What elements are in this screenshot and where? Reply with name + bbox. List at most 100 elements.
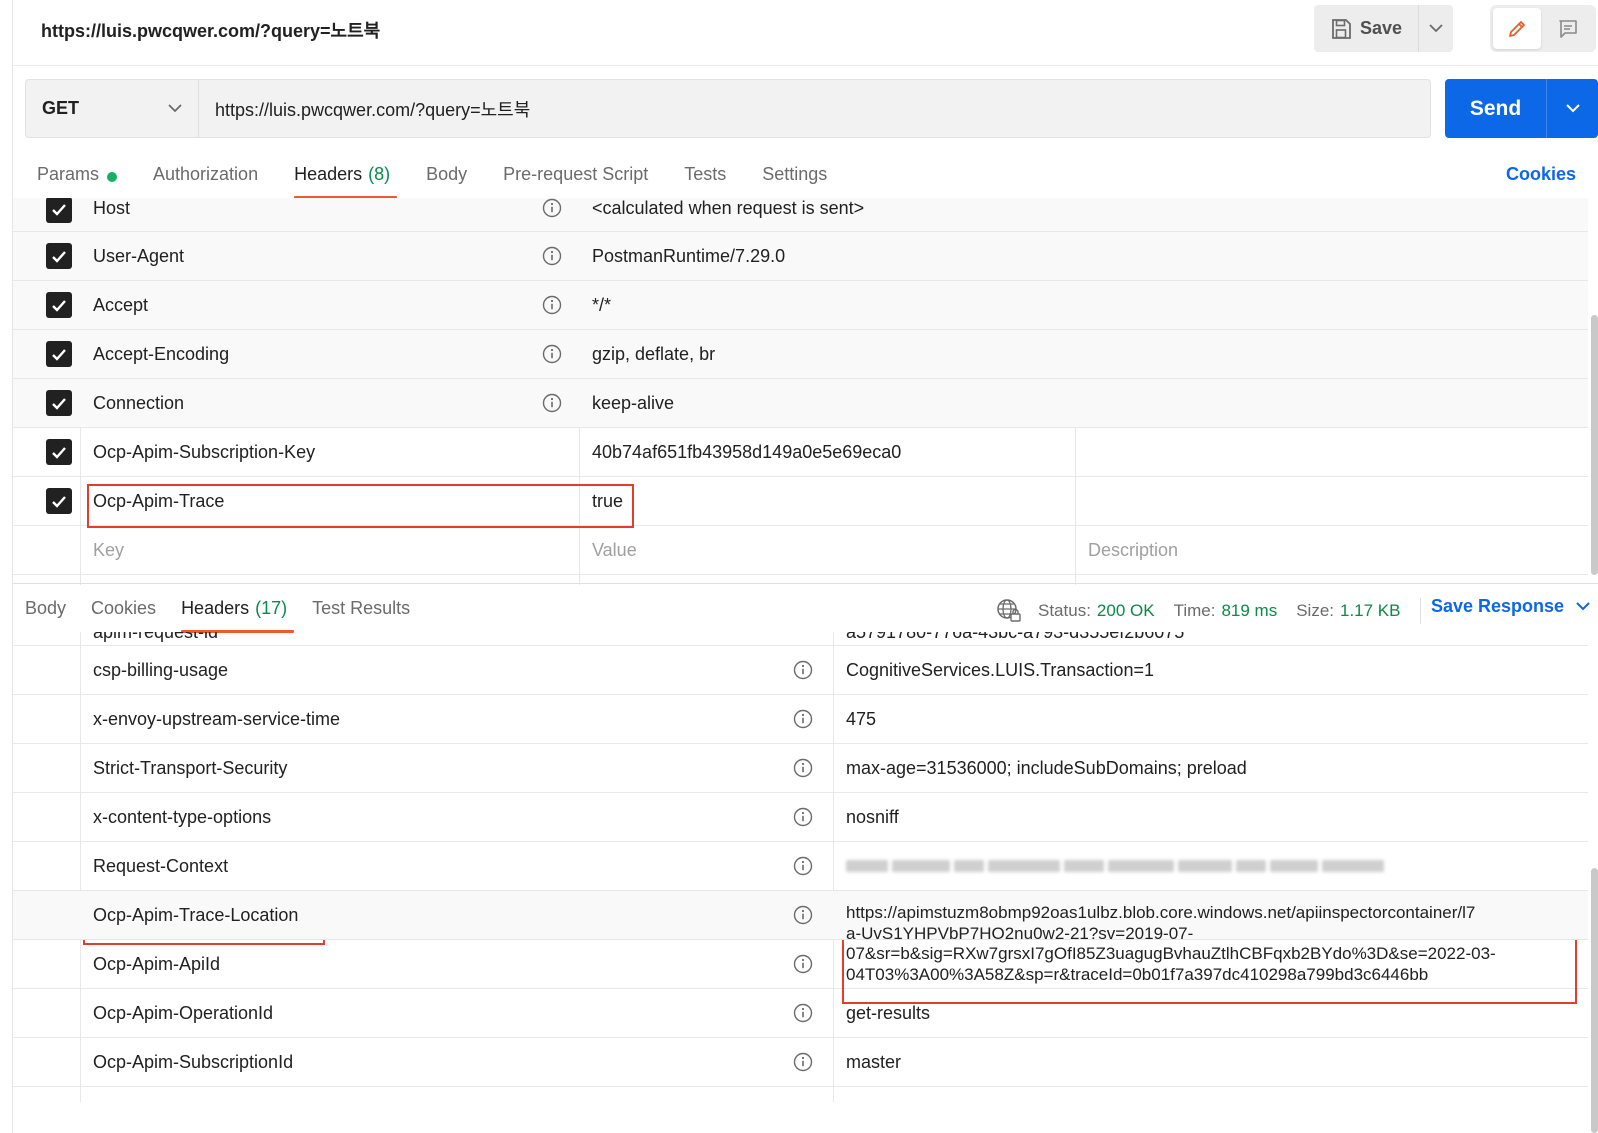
header-value: max-age=31536000; includeSubDomains; pre… — [846, 757, 1247, 778]
redacted-segment — [1270, 860, 1318, 872]
method-select[interactable]: GET — [26, 80, 199, 137]
redacted-segment — [1064, 860, 1104, 872]
info-icon[interactable] — [793, 709, 813, 729]
table-row: Strict-Transport-Security max-age=3153600… — [13, 744, 1588, 793]
header-value[interactable]: true — [579, 477, 1075, 525]
header-description[interactable] — [1075, 281, 1575, 329]
header-description[interactable] — [1075, 428, 1575, 476]
resp-tab-cookies[interactable]: Cookies — [91, 594, 156, 634]
info-icon[interactable] — [793, 1052, 813, 1072]
info-icon[interactable] — [793, 905, 813, 925]
tab-headers[interactable]: Headers (8) — [294, 160, 398, 200]
header-key[interactable]: User-Agent — [80, 232, 579, 280]
table-row: x-content-type-options nosniff — [13, 793, 1588, 842]
redacted-segment — [1108, 860, 1174, 872]
status-value: 200 OK — [1096, 601, 1155, 620]
request-tabs: Params Authorization Headers (8) Body Pr… — [37, 160, 863, 200]
header-key[interactable]: Accept — [80, 281, 579, 329]
info-icon[interactable] — [793, 1003, 813, 1023]
header-value[interactable]: PostmanRuntime/7.29.0 — [579, 232, 1075, 280]
tab-prerequest-script[interactable]: Pre-request Script — [503, 160, 648, 200]
header-key: Ocp-Apim-OperationId — [93, 1002, 274, 1023]
header-value[interactable]: gzip, deflate, br — [579, 330, 1075, 378]
redacted-segment — [892, 860, 950, 872]
info-icon[interactable] — [542, 295, 562, 315]
send-button-group: Send — [1445, 79, 1598, 138]
header-enabled-checkbox[interactable] — [46, 488, 72, 514]
header-value: 475 — [846, 708, 877, 729]
header-description[interactable] — [1075, 198, 1575, 231]
redacted-segment — [1322, 860, 1384, 872]
value-placeholder[interactable]: Value — [579, 526, 1075, 574]
header-value[interactable]: <calculated when request is sent> — [579, 198, 1075, 231]
header-value[interactable]: 40b74af651fb43958d149a0e5e69eca0 — [579, 428, 1075, 476]
resp-tab-body[interactable]: Body — [25, 594, 66, 634]
tab-authorization[interactable]: Authorization — [153, 160, 258, 200]
header-key[interactable]: Accept-Encoding — [80, 330, 579, 378]
send-button[interactable]: Send — [1445, 79, 1547, 138]
header-key[interactable]: Host — [80, 198, 579, 231]
save-button[interactable]: Save — [1314, 5, 1420, 52]
time-value: 819 ms — [1221, 601, 1278, 620]
trace-location-line: 07&sr=b&sig=RXw7grsxI7gOfI85Z3uagugBvhau… — [846, 944, 1496, 963]
tab-params[interactable]: Params — [37, 160, 118, 200]
new-header-row: Key Value Description — [13, 526, 1588, 575]
info-icon[interactable] — [542, 393, 562, 413]
header-value[interactable]: keep-alive — [579, 379, 1075, 427]
tab-body[interactable]: Body — [426, 160, 467, 200]
url-bar: GET https://luis.pwcqwer.com/?query=노트북 — [25, 79, 1431, 138]
table-row: Ocp-Apim-Subscription-Key 40b74af651fb439… — [13, 428, 1588, 477]
header-key[interactable]: Ocp-Apim-Subscription-Key — [80, 428, 579, 476]
header-description[interactable] — [1075, 232, 1575, 280]
header-enabled-checkbox[interactable] — [46, 292, 72, 318]
header-description[interactable] — [1075, 379, 1575, 427]
header-description[interactable] — [1075, 330, 1575, 378]
header-enabled-checkbox[interactable] — [46, 243, 72, 269]
header-enabled-checkbox[interactable] — [46, 439, 72, 465]
trace-location-line: https://apimstuzm8obmp92oas1ulbz.blob.co… — [846, 903, 1476, 922]
table-row: apim-request-id a5791780-776a-43bc-a793-… — [13, 632, 1588, 646]
save-options-button[interactable] — [1419, 5, 1453, 52]
url-input[interactable]: https://luis.pwcqwer.com/?query=노트북 — [199, 80, 1430, 137]
info-icon[interactable] — [542, 344, 562, 364]
redacted-segment — [1236, 860, 1266, 872]
cookies-link[interactable]: Cookies — [1506, 164, 1576, 185]
header-enabled-checkbox[interactable] — [46, 390, 72, 416]
table-row: Accept */* — [13, 281, 1588, 330]
chevron-down-icon — [168, 104, 182, 113]
table-row: Request-Context — [13, 842, 1588, 891]
comments-button[interactable] — [1544, 8, 1592, 49]
response-scrollbar[interactable] — [1591, 868, 1598, 1133]
tab-settings[interactable]: Settings — [762, 160, 827, 200]
info-icon[interactable] — [793, 758, 813, 778]
info-icon[interactable] — [793, 856, 813, 876]
globe-lock-icon[interactable] — [996, 598, 1022, 624]
resp-tab-headers[interactable]: Headers (17) — [181, 594, 295, 634]
resp-tab-test-results[interactable]: Test Results — [312, 594, 410, 634]
header-description[interactable] — [1075, 477, 1575, 525]
header-value[interactable]: */* — [579, 281, 1075, 329]
header-value: a5791780-776a-43bc-a793-d355ef2b6075 — [846, 632, 1185, 642]
save-response-button[interactable]: Save Response — [1431, 596, 1590, 617]
header-key[interactable]: Connection — [80, 379, 579, 427]
header-enabled-checkbox[interactable] — [46, 341, 72, 367]
description-placeholder[interactable]: Description — [1075, 526, 1575, 574]
info-icon[interactable] — [793, 807, 813, 827]
request-scrollbar[interactable] — [1591, 315, 1598, 575]
info-icon[interactable] — [793, 660, 813, 680]
info-icon[interactable] — [793, 954, 813, 974]
request-title[interactable]: https://luis.pwcqwer.com/?query=노트북 — [41, 17, 380, 43]
table-row: Ocp-Apim-Trace true — [13, 477, 1588, 526]
time-label: Time: — [1173, 601, 1216, 620]
tab-tests[interactable]: Tests — [684, 160, 726, 200]
edit-mode-button[interactable] — [1493, 8, 1541, 49]
table-row: User-Agent PostmanRuntime/7.29.0 — [13, 232, 1588, 281]
info-icon[interactable] — [542, 198, 562, 218]
header-key[interactable]: Ocp-Apim-Trace — [80, 477, 579, 525]
info-icon[interactable] — [542, 246, 562, 266]
key-placeholder[interactable]: Key — [80, 526, 579, 574]
method-value: GET — [42, 98, 80, 118]
header-enabled-checkbox[interactable] — [46, 198, 72, 223]
trace-location-value[interactable]: https://apimstuzm8obmp92oas1ulbz.blob.co… — [833, 903, 1573, 985]
send-options-button[interactable] — [1547, 79, 1598, 138]
